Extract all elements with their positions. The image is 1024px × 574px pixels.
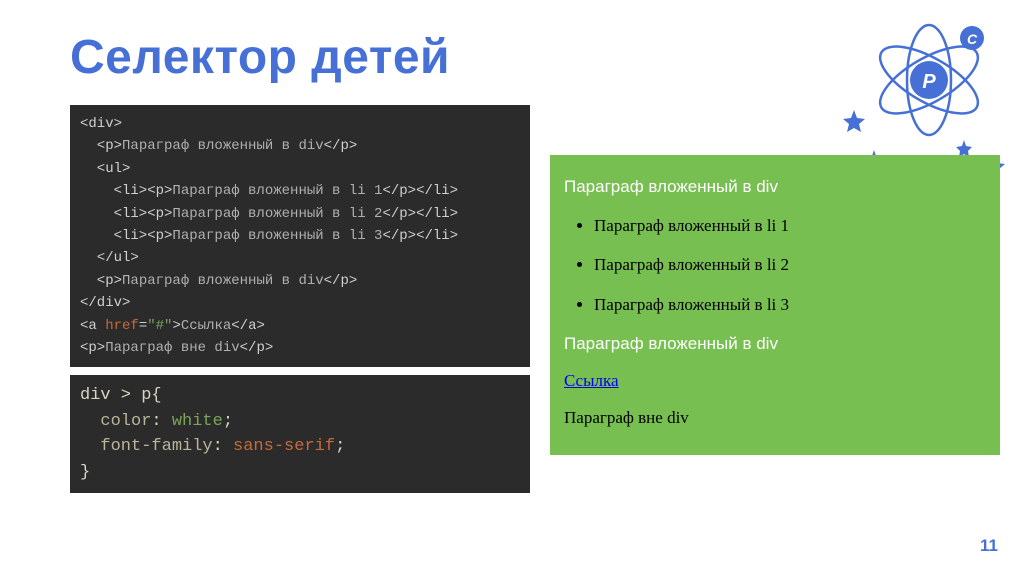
render-list: Параграф вложенный в li 1 Параграф вложе… xyxy=(594,212,986,318)
render-paragraph: Параграф вложенный в div xyxy=(564,173,986,200)
svg-text:C: C xyxy=(967,31,978,47)
page-number: 11 xyxy=(980,536,998,556)
render-paragraph: Параграф вложенный в div xyxy=(564,330,986,357)
svg-text:P: P xyxy=(922,71,936,93)
render-link: Ссылка xyxy=(564,367,986,394)
html-code-block: <div> <p>Параграф вложенный в div</p> <u… xyxy=(70,105,530,367)
css-code-block: div > p{ color: white; font-family: sans… xyxy=(70,375,530,493)
render-paragraph: Параграф вне div xyxy=(564,404,986,431)
slide-title: Селектор детей xyxy=(70,30,450,85)
atom-logo: P C xyxy=(829,10,1009,170)
list-item: Параграф вложенный в li 2 xyxy=(594,251,986,278)
list-item: Параграф вложенный в li 3 xyxy=(594,291,986,318)
render-preview: Параграф вложенный в div Параграф вложен… xyxy=(550,155,1000,455)
list-item: Параграф вложенный в li 1 xyxy=(594,212,986,239)
